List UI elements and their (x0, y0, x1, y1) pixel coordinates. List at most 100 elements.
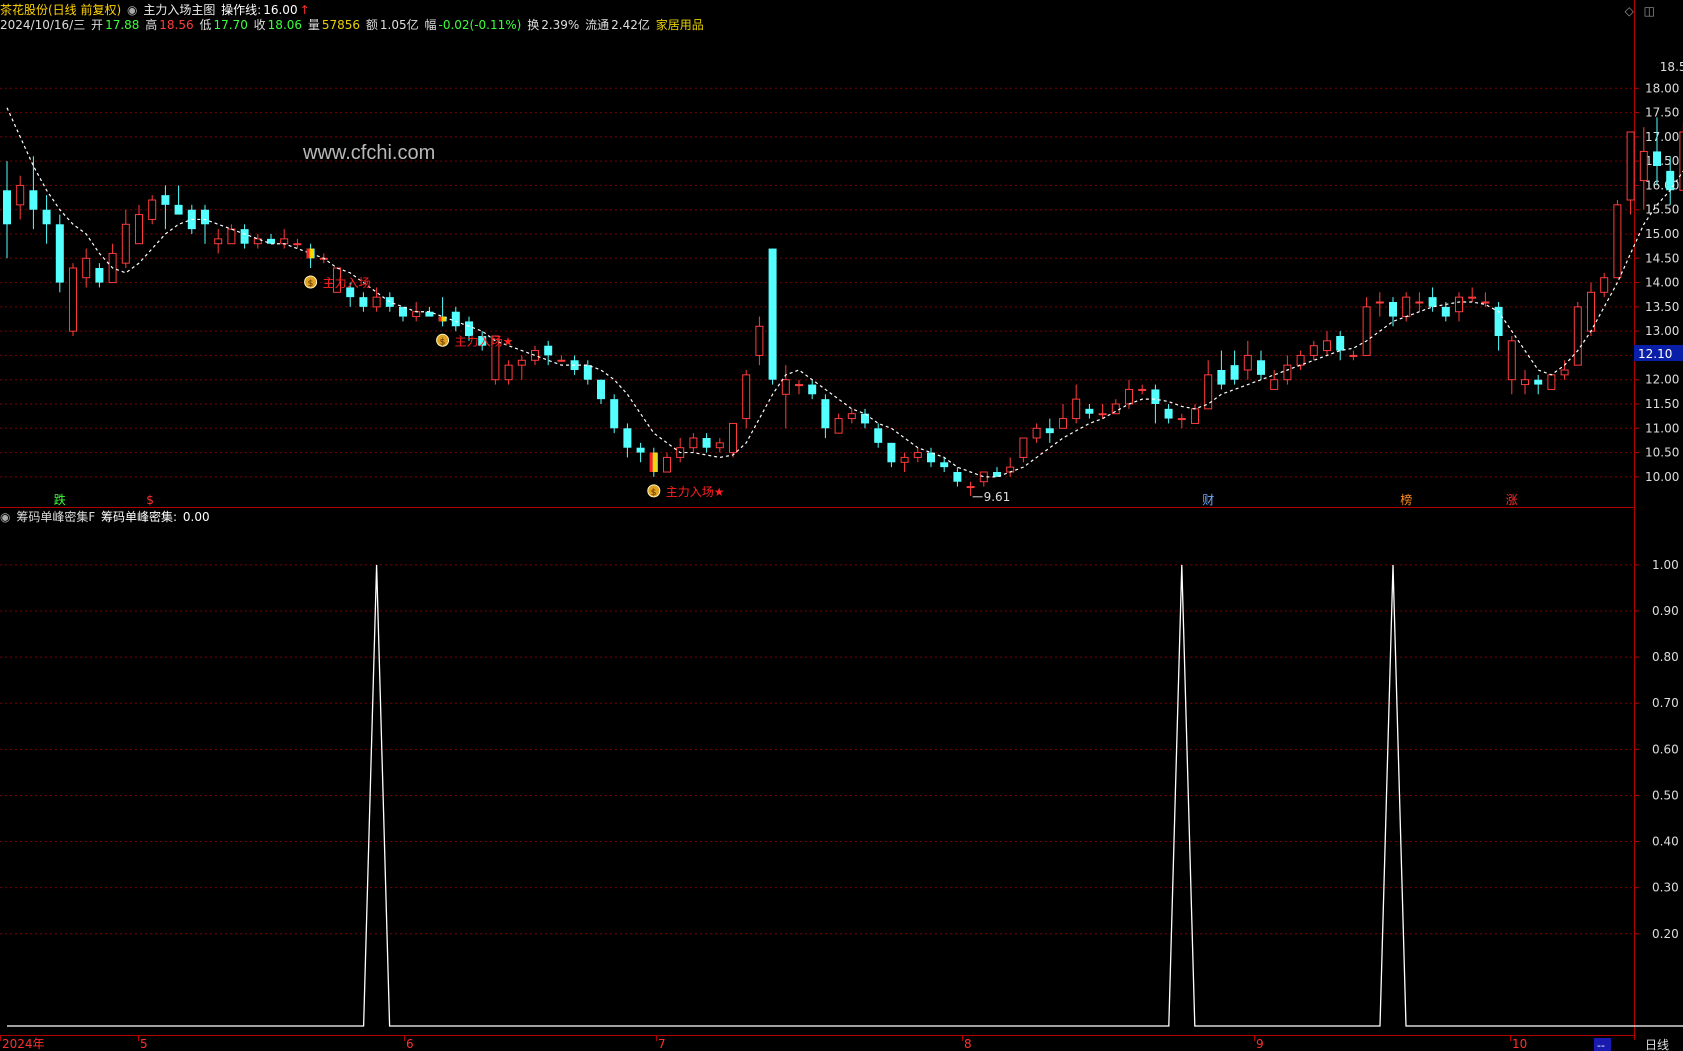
candle (359, 292, 368, 312)
candle (42, 195, 51, 244)
candle-body (1032, 427, 1041, 439)
candle (1375, 292, 1384, 317)
candle (1349, 350, 1358, 361)
candle-body (1507, 340, 1516, 381)
candle (663, 452, 671, 473)
x-tick-label: 5 (140, 1037, 148, 1051)
candle (148, 195, 157, 225)
candle-body (966, 486, 975, 489)
y-tick-label: 10.50 (1645, 446, 1679, 460)
candle (1521, 370, 1529, 395)
candle-body (953, 472, 962, 482)
candle (1507, 336, 1516, 395)
y-tick-label: 14.00 (1645, 276, 1679, 290)
candle (1217, 350, 1226, 390)
candle (1481, 292, 1490, 307)
candle-body (135, 214, 143, 245)
candle (597, 379, 605, 404)
candle (1111, 399, 1120, 415)
candle (214, 229, 223, 254)
event-tag[interactable]: 跌 (54, 492, 66, 507)
candle (451, 306, 460, 332)
y-tick-label: 17.00 (1645, 130, 1679, 144)
candle-body (1006, 466, 1015, 473)
x-axis: 2024年 5 6 7 8 9 10 (0, 1035, 1527, 1051)
candle (240, 224, 249, 249)
candle (1191, 404, 1199, 424)
candle-body (755, 325, 764, 356)
candle (95, 263, 104, 288)
candle-body (1191, 408, 1199, 424)
candle (16, 175, 25, 220)
main-grid (0, 87, 1634, 478)
candle (174, 185, 183, 215)
candle (1534, 374, 1543, 395)
candle (1270, 370, 1279, 390)
candle (504, 360, 513, 385)
candle (1653, 117, 1661, 186)
candle (874, 423, 883, 448)
candle-body (1336, 336, 1345, 351)
candle (1415, 292, 1424, 312)
money-bag-glyph: $ (308, 279, 314, 289)
period-label[interactable]: 日线 (1645, 1038, 1669, 1051)
candle-body (1428, 297, 1437, 307)
price-tag-value: 12.10 (1638, 347, 1672, 361)
candle-body (702, 438, 711, 448)
candle-body (82, 257, 91, 279)
signal-label: 主力入场★ (455, 334, 514, 348)
candle-body (1441, 306, 1450, 317)
event-tag[interactable]: 涨 (1506, 492, 1518, 507)
candle-body (161, 195, 170, 205)
candle-body (544, 345, 553, 356)
candle-body (1534, 379, 1543, 385)
candle-body (663, 456, 671, 473)
candle-body (874, 428, 883, 443)
candle (808, 379, 817, 400)
candle (966, 481, 975, 496)
candle-body (1230, 365, 1239, 380)
candle (847, 408, 856, 424)
candle-body (1481, 301, 1490, 304)
candle (1626, 131, 1635, 215)
candle (1587, 282, 1595, 336)
candle-body (1639, 150, 1648, 182)
watermark: www.cfchi.com (302, 142, 435, 164)
candle-body (1085, 408, 1094, 414)
stock-chart[interactable]: 10.0010.5011.0011.5012.0012.5013.0013.50… (0, 0, 1683, 1051)
event-tag[interactable]: 榜 (1400, 492, 1412, 507)
candle (1177, 413, 1186, 429)
annotations: 18.56 9.61 (972, 60, 1683, 504)
candle (676, 438, 685, 463)
candle (1323, 331, 1331, 356)
candle-body (201, 209, 209, 225)
candle-body (280, 238, 289, 245)
candle (121, 209, 130, 268)
candle-body (940, 462, 949, 468)
candle (280, 229, 289, 249)
candle-body (1270, 379, 1279, 390)
candle-body (623, 428, 632, 448)
candle-body (531, 350, 539, 361)
candle (55, 214, 64, 293)
candle (583, 360, 592, 385)
candle-body (95, 268, 104, 283)
signal-bar-yellow (309, 248, 314, 259)
event-tag[interactable]: 财 (1202, 493, 1214, 507)
candle (1560, 360, 1569, 380)
sub-y-tick-label: 0.90 (1652, 604, 1679, 618)
candle-body (1547, 374, 1556, 390)
sub-y-tick-label: 0.30 (1652, 881, 1679, 895)
candle-body (900, 456, 909, 463)
sub-y-tick-label: 0.40 (1652, 835, 1679, 849)
candle-body (425, 311, 434, 317)
candle (1336, 331, 1345, 361)
candle-body (1349, 354, 1358, 357)
y-tick-label: 10.00 (1645, 470, 1679, 484)
candle (821, 394, 830, 438)
candle-body (610, 399, 619, 429)
x-tick-label: 7 (658, 1037, 666, 1051)
y-tick-label: 18.00 (1645, 81, 1679, 95)
event-tag[interactable]: $ (146, 493, 154, 507)
candle (913, 447, 922, 463)
